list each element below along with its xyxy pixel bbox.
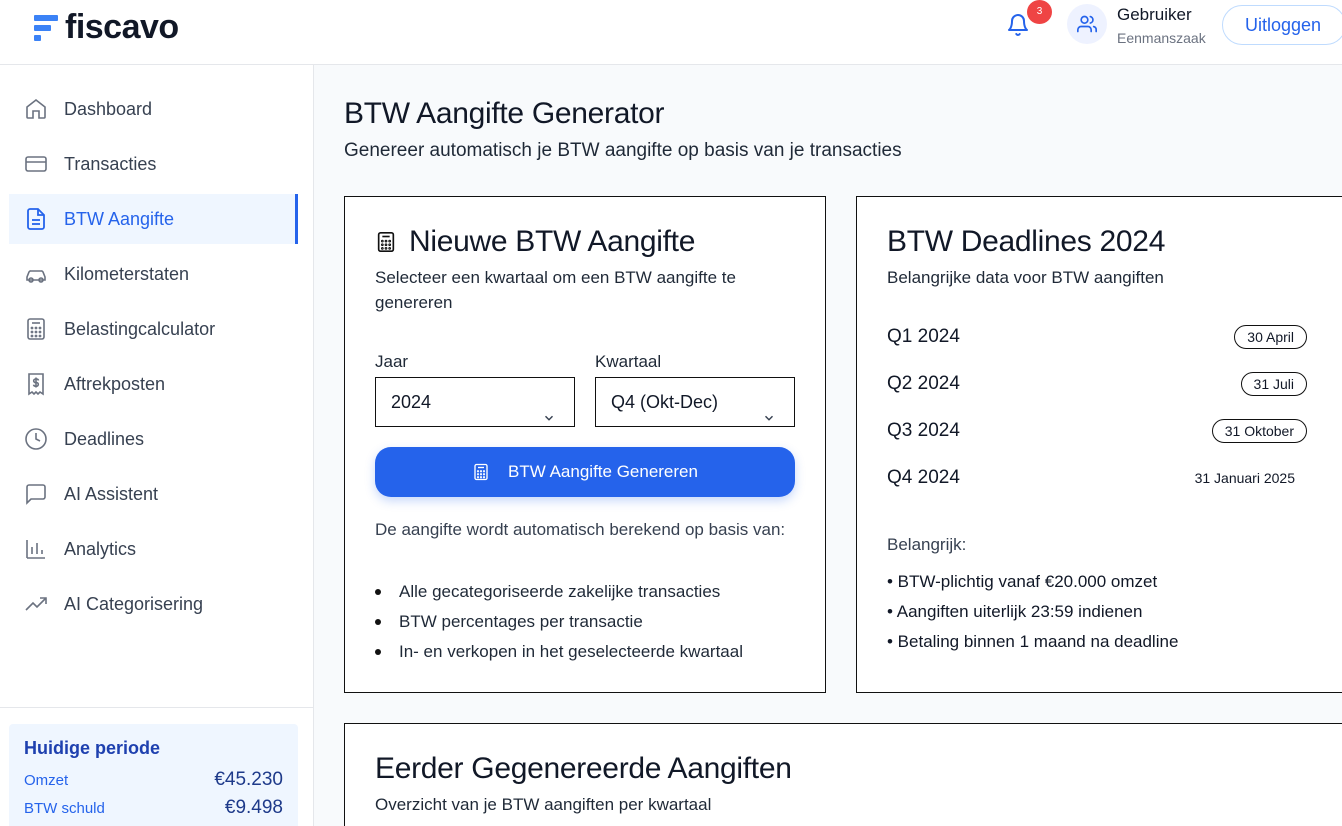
list-item: • Aangiften uiterlijk 23:59 indienen bbox=[887, 602, 1143, 621]
new-return-title-row: Nieuwe BTW Aangifte bbox=[375, 225, 695, 259]
brand-logo[interactable]: fiscavo bbox=[34, 8, 179, 47]
new-return-description: Selecteer een kwartaal om een BTW aangif… bbox=[375, 268, 736, 312]
deadlines-subtitle: Belangrijke data voor BTW aangiften bbox=[887, 268, 1164, 287]
important-list: • BTW-plichtig vanaf €20.000 omzet • Aan… bbox=[887, 567, 1178, 657]
receipt-dollar-icon bbox=[23, 371, 49, 397]
chat-icon bbox=[23, 481, 49, 507]
period-vat-row: BTW schuld €9.498 bbox=[24, 797, 283, 819]
deadline-quarter: Q3 2024 bbox=[887, 420, 960, 441]
deadlines-title: BTW Deadlines 2024 bbox=[887, 225, 1166, 258]
document-icon bbox=[23, 206, 49, 232]
new-return-card: Nieuwe BTW Aangifte Selecteer een kwarta… bbox=[344, 196, 826, 693]
list-item: • BTW-plichtig vanaf €20.000 omzet bbox=[887, 572, 1158, 591]
info-bullet-list: Alle gecategoriseerde zakelijke transact… bbox=[375, 577, 743, 667]
chevron-down-icon bbox=[762, 395, 776, 421]
sidebar-item-label: Transacties bbox=[64, 153, 157, 174]
user-name: Gebruiker bbox=[1117, 5, 1192, 24]
sidebar-item-kilometerstaten[interactable]: Kilometerstaten bbox=[9, 249, 298, 299]
deadline-date-badge: 31 Oktober bbox=[1211, 419, 1307, 443]
sidebar: Dashboard Transacties BTW Aangifte Kilom… bbox=[0, 65, 314, 826]
deadline-row: Q3 2024 31 Oktober bbox=[887, 415, 1307, 447]
sidebar-item-analytics[interactable]: Analytics bbox=[9, 524, 298, 574]
deadlines-card: BTW Deadlines 2024 Belangrijke data voor… bbox=[856, 196, 1342, 693]
deadline-quarter: Q1 2024 bbox=[887, 326, 960, 347]
car-icon bbox=[23, 261, 49, 287]
user-type: Eenmanszaak bbox=[1117, 30, 1206, 46]
sidebar-item-deadlines[interactable]: Deadlines bbox=[9, 414, 298, 464]
calculator-icon bbox=[23, 316, 49, 342]
list-item: • Betaling binnen 1 maand na deadline bbox=[887, 632, 1179, 651]
list-item: In- en verkopen in het geselecteerde kwa… bbox=[375, 637, 743, 667]
previous-returns-card: Eerder Gegenereerde Aangiften Overzicht … bbox=[344, 723, 1342, 826]
quarter-value: Q4 (Okt-Dec) bbox=[611, 392, 719, 412]
sidebar-item-transacties[interactable]: Transacties bbox=[9, 139, 298, 189]
user-avatar[interactable] bbox=[1067, 4, 1107, 44]
sidebar-item-btw-aangifte[interactable]: BTW Aangifte bbox=[9, 194, 298, 244]
revenue-value: €45.230 bbox=[214, 769, 283, 790]
sidebar-divider bbox=[0, 707, 314, 708]
sidebar-item-belastingcalculator[interactable]: Belastingcalculator bbox=[9, 304, 298, 354]
credit-card-icon bbox=[23, 151, 49, 177]
notification-badge: 3 bbox=[1027, 0, 1052, 24]
quarter-label: Kwartaal bbox=[595, 352, 662, 371]
new-return-title: Nieuwe BTW Aangifte bbox=[409, 225, 696, 258]
previous-title: Eerder Gegenereerde Aangiften bbox=[375, 752, 792, 785]
year-select[interactable]: 2024 bbox=[375, 377, 575, 427]
logout-button[interactable]: Uitloggen bbox=[1222, 5, 1342, 45]
sidebar-item-label: AI Categorisering bbox=[64, 593, 204, 614]
page-title: BTW Aangifte Generator bbox=[344, 97, 665, 130]
sidebar-item-label: Belastingcalculator bbox=[64, 318, 216, 339]
current-period-card: Huidige periode Omzet €45.230 BTW schuld… bbox=[9, 724, 298, 826]
sidebar-item-label: AI Assistent bbox=[64, 483, 159, 504]
deadline-date-badge: 30 April bbox=[1234, 325, 1307, 349]
trending-up-icon bbox=[23, 591, 49, 617]
quarter-select[interactable]: Q4 (Okt-Dec) bbox=[595, 377, 795, 427]
top-header: fiscavo 3 Gebruiker Eenmanszaak Uitlogge… bbox=[0, 0, 1342, 65]
page-subtitle: Genereer automatisch je BTW aangifte op … bbox=[344, 140, 902, 161]
sidebar-item-label: Kilometerstaten bbox=[64, 263, 190, 284]
bar-chart-icon bbox=[23, 536, 49, 562]
revenue-label: Omzet bbox=[24, 772, 69, 789]
deadline-quarter: Q2 2024 bbox=[887, 373, 960, 394]
sidebar-item-label: Analytics bbox=[64, 538, 137, 559]
sidebar-item-label: Aftrekposten bbox=[64, 373, 166, 394]
year-value: 2024 bbox=[391, 392, 432, 412]
sidebar-item-label: Deadlines bbox=[64, 428, 145, 449]
previous-subtitle: Overzicht van je BTW aangiften per kwart… bbox=[375, 795, 712, 814]
chevron-down-icon bbox=[542, 395, 556, 421]
vat-value: €9.498 bbox=[224, 797, 283, 818]
deadline-row: Q4 2024 31 Januari 2025 bbox=[887, 462, 1307, 494]
period-revenue-row: Omzet €45.230 bbox=[24, 769, 283, 791]
sidebar-item-ai-categorisering[interactable]: AI Categorisering bbox=[9, 579, 298, 629]
calculator-icon bbox=[472, 463, 490, 481]
bell-icon[interactable] bbox=[1006, 13, 1030, 37]
generate-return-button[interactable]: BTW Aangifte Genereren bbox=[375, 447, 795, 497]
calculator-icon bbox=[375, 231, 397, 253]
deadline-quarter: Q4 2024 bbox=[887, 467, 960, 488]
vat-label: BTW schuld bbox=[24, 800, 105, 817]
home-icon bbox=[23, 96, 49, 122]
sidebar-item-dashboard[interactable]: Dashboard bbox=[9, 84, 298, 134]
sidebar-item-label: BTW Aangifte bbox=[64, 208, 175, 229]
deadline-date: 31 Januari 2025 bbox=[1194, 470, 1295, 486]
generate-button-label: BTW Aangifte Genereren bbox=[508, 462, 698, 481]
clock-icon bbox=[23, 426, 49, 452]
brand-name: fiscavo bbox=[65, 8, 179, 46]
deadline-row: Q1 2024 30 April bbox=[887, 321, 1307, 353]
users-icon bbox=[1077, 15, 1097, 33]
period-title: Huidige periode bbox=[24, 738, 161, 758]
sidebar-item-label: Dashboard bbox=[64, 98, 153, 119]
list-item: Alle gecategoriseerde zakelijke transact… bbox=[375, 577, 743, 607]
info-text: De aangifte wordt automatisch berekend o… bbox=[375, 520, 786, 539]
deadline-date-badge: 31 Juli bbox=[1240, 372, 1307, 396]
sidebar-item-aftrekposten[interactable]: Aftrekposten bbox=[9, 359, 298, 409]
important-label: Belangrijk: bbox=[887, 535, 967, 554]
list-item: BTW percentages per transactie bbox=[375, 607, 743, 637]
deadline-row: Q2 2024 31 Juli bbox=[887, 368, 1307, 400]
logo-icon bbox=[34, 13, 58, 43]
year-label: Jaar bbox=[375, 352, 409, 371]
sidebar-item-ai-assistent[interactable]: AI Assistent bbox=[9, 469, 298, 519]
